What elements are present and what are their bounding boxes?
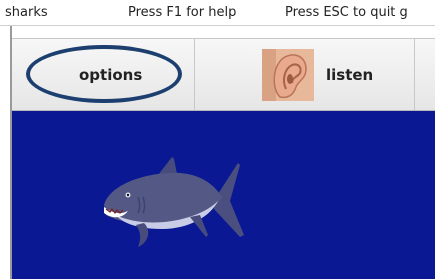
- shark-icon: [104, 157, 244, 247]
- game-stage[interactable]: [12, 111, 435, 279]
- listen-button[interactable]: listen: [195, 39, 415, 110]
- options-label: options: [79, 66, 143, 84]
- help-hint: Press F1 for help: [128, 5, 237, 20]
- options-button[interactable]: options: [12, 39, 195, 110]
- app-name: sharks: [5, 5, 48, 20]
- toolbar-overflow-button[interactable]: [415, 39, 435, 110]
- quit-hint: Press ESC to quit g: [285, 5, 408, 20]
- game-window: options listen: [10, 26, 435, 279]
- ear-icon: [262, 49, 314, 101]
- toolbar: options listen: [12, 38, 435, 111]
- title-bar: sharks Press F1 for help Press ESC to qu…: [0, 0, 435, 26]
- listen-label: listen: [326, 66, 374, 84]
